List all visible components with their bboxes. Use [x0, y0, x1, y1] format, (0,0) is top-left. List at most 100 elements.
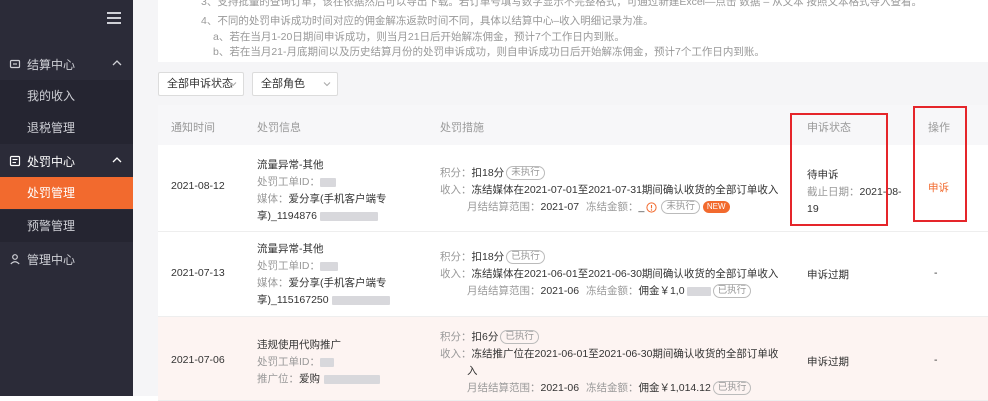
sidebar-group-management[interactable]: 管理中心 [0, 243, 133, 275]
table-row: 2021-07-06 违规使用代购推广 处罚工单ID： 推广位：爱购 积分：扣6… [158, 317, 988, 401]
redacted-value [324, 374, 380, 384]
ticket-id-label: 处罚工单ID： [257, 356, 320, 368]
status-badge: 未执行 [661, 200, 700, 215]
chevron-down-icon [229, 82, 237, 87]
col-header-measure: 处罚措施 [440, 122, 484, 134]
main-content: 3、支持批量的查询订单，该在依据然后可以导出下载。若订单号填写数字显示不完整格式… [133, 0, 988, 401]
appeal-status: 申诉过期 [807, 356, 849, 368]
redacted-value [686, 286, 711, 296]
col-header-time: 通知时间 [171, 122, 215, 134]
income-value: 冻结媒体在2021-06-01至2021-06-30期间确认收货的全部订单收入 [471, 268, 779, 280]
row-time: 2021-07-06 [171, 354, 225, 366]
sidebar-group-label: 处罚中心 [27, 154, 76, 169]
sidebar-group-settlement[interactable]: 结算中心 [0, 48, 133, 80]
status-badge: 已执行 [500, 330, 539, 345]
hamburger-menu-icon[interactable] [107, 12, 121, 24]
row-penalty-info: 流量异常-其他 处罚工单ID： 媒体：爱分享(手机客户端专 享)_1194876 [257, 157, 387, 225]
sidebar-group-penalty[interactable]: 处罚中心 [0, 145, 133, 177]
frozen-value: 佣金￥1,0 [638, 285, 685, 297]
frozen-value: _ [638, 201, 645, 213]
penalty-icon [9, 155, 21, 167]
row-time: 2021-08-12 [171, 180, 225, 192]
redacted-value [320, 261, 338, 271]
month-range-label: 月结结算范围： [467, 201, 541, 213]
points-label: 积分： [440, 331, 472, 343]
row-penalty-measure: 积分：扣18分 已执行 收入：冻结媒体在2021-06-01至2021-06-30… [440, 249, 778, 300]
role-select[interactable]: 全部角色 [252, 72, 338, 96]
status-highlight-box [790, 113, 888, 226]
frozen-value: 佣金￥1,014.12 [638, 382, 711, 394]
points-label: 积分： [440, 167, 472, 179]
month-range-label: 月结结算范围： [467, 285, 541, 297]
row-time: 2021-07-13 [171, 267, 225, 279]
notice-line-3: 3、支持批量的查询订单，该在依据然后可以导出下载。若订单号填写数字显示不完整格式… [201, 0, 923, 8]
chevron-down-icon [323, 82, 331, 87]
media-name: 爱分享(手机客户端专 [288, 277, 387, 289]
points-value: 扣6分 [471, 331, 499, 343]
notice-panel: 3、支持批量的查询订单，该在依据然后可以导出下载。若订单号填写数字显示不完整格式… [158, 0, 988, 62]
sidebar: 结算中心 我的收入 退税管理 处罚中心 处罚管理 预警管理 管理中心 [0, 0, 133, 396]
month-range-label: 月结结算范围： [467, 382, 541, 394]
notice-line-a: a、若在当月1-20日期间申诉成功，则当月21日后开始解冻佣金，预计7个工作日内… [213, 31, 625, 43]
ticket-id-label: 处罚工单ID： [257, 176, 320, 188]
row-penalty-measure: 积分：扣18分 未执行 收入：冻结媒体在2021-07-01至2021-07-31… [440, 165, 778, 216]
media-name: 爱分享(手机客户端专 [288, 193, 387, 205]
frozen-label: 冻结金额： [585, 382, 639, 394]
status-badge: 未执行 [506, 166, 545, 181]
media-name-cont: 享)_1194876 [257, 210, 317, 222]
income-label: 收入： [440, 348, 472, 360]
month-range-value: 2021-07 [540, 201, 580, 213]
status-badge: 已执行 [712, 284, 752, 299]
points-label: 积分： [440, 251, 472, 263]
management-icon [10, 254, 20, 265]
redacted-value [319, 211, 378, 221]
month-range-value: 2021-06 [540, 285, 580, 297]
redacted-value [320, 177, 336, 187]
ticket-id-label: 处罚工单ID： [257, 260, 320, 272]
media-label: 媒体： [257, 193, 289, 205]
redacted-value [331, 295, 390, 305]
select-value: 全部角色 [261, 78, 305, 90]
frozen-label: 冻结金额： [585, 201, 639, 213]
action-highlight-box [913, 106, 967, 222]
notice-line-4: 4、不同的处罚申诉成功时间对应的佣金解冻返款时间不同，具体以结算中心–收入明细记… [201, 15, 654, 27]
chevron-up-icon [112, 157, 122, 163]
row-penalty-measure: 积分：扣6分 已执行 收入：冻结推广位在2021-06-01至2021-06-30… [440, 329, 778, 397]
settlement-icon [9, 59, 21, 69]
row-penalty-info: 违规使用代购推广 处罚工单ID： 推广位：爱购 [257, 337, 380, 388]
redacted-value [320, 357, 334, 367]
month-range-value: 2021-06 [540, 382, 580, 394]
table-row: 2021-07-13 流量异常-其他 处罚工单ID： 媒体：爱分享(手机客户端专… [158, 232, 988, 317]
row-penalty-info: 流量异常-其他 处罚工单ID： 媒体：爱分享(手机客户端专 享)_1151672… [257, 241, 390, 309]
status-badge: 已执行 [506, 250, 545, 265]
promo-value: 爱购 [299, 373, 320, 385]
points-value: 扣18分 [471, 167, 505, 179]
col-header-info: 处罚信息 [257, 122, 301, 134]
points-value: 扣18分 [471, 251, 505, 263]
action-placeholder: - [934, 267, 938, 279]
sidebar-item-tax-refund[interactable]: 退税管理 [0, 112, 133, 144]
sidebar-group-label: 结算中心 [27, 57, 76, 72]
chevron-up-icon [112, 60, 122, 66]
income-label: 收入： [440, 268, 472, 280]
action-placeholder: - [934, 354, 938, 366]
penalty-type: 流量异常-其他 [257, 159, 324, 171]
sidebar-item-warning-manage[interactable]: 预警管理 [0, 210, 133, 242]
info-icon[interactable] [646, 202, 657, 213]
sidebar-group-label: 管理中心 [27, 252, 76, 267]
income-label: 收入： [440, 184, 472, 196]
appeal-status: 申诉过期 [807, 269, 849, 281]
notice-line-b: b、若在当月21-月底期间以及历史结算月份的处罚申诉成功，则自申诉成功日后开始解… [213, 46, 765, 58]
penalty-type: 流量异常-其他 [257, 243, 324, 255]
status-badge: 已执行 [712, 381, 752, 396]
sidebar-item-my-income[interactable]: 我的收入 [0, 80, 133, 112]
new-badge: NEW [702, 201, 730, 214]
income-value: 冻结推广位在2021-06-01至2021-06-30期间确认收货的全部订单收 [471, 348, 779, 360]
promo-label: 推广位： [257, 373, 299, 385]
appeal-status-select[interactable]: 全部申诉状态 [158, 72, 244, 96]
income-value-cont: 入 [467, 365, 478, 377]
income-value: 冻结媒体在2021-07-01至2021-07-31期间确认收货的全部订单收入 [471, 184, 779, 196]
frozen-label: 冻结金额： [585, 285, 639, 297]
sidebar-item-penalty-manage[interactable]: 处罚管理 [0, 177, 133, 209]
media-name-cont: 享)_115167250 [257, 294, 329, 306]
